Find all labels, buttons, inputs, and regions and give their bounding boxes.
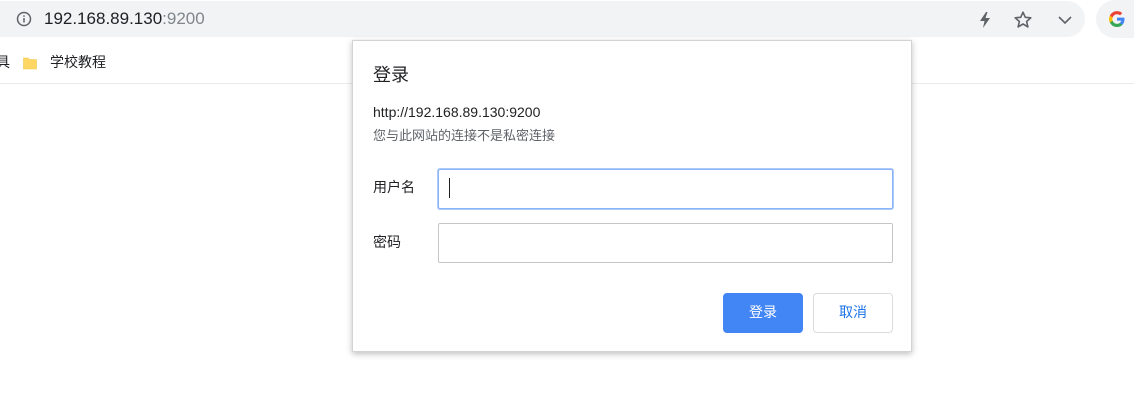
google-g-icon (1109, 11, 1125, 27)
password-input[interactable] (438, 223, 893, 263)
lightning-icon[interactable] (974, 9, 996, 31)
star-icon[interactable] (1012, 9, 1034, 31)
dialog-url: http://192.168.89.130:9200 (373, 104, 541, 120)
username-label: 用户名 (373, 180, 415, 196)
browser-window: 192.168.89.130:9200 具 学校教程 登录 http://192… (0, 0, 1134, 418)
dialog-title: 登录 (373, 65, 409, 86)
url-text[interactable]: 192.168.89.130:9200 (44, 8, 205, 30)
folder-icon (23, 57, 37, 70)
cancel-button[interactable]: 取消 (813, 293, 893, 333)
url-port: :9200 (162, 9, 205, 28)
url-host: 192.168.89.130 (44, 9, 163, 28)
password-label: 密码 (373, 235, 401, 251)
chevron-down-icon[interactable] (1054, 9, 1076, 31)
info-icon[interactable] (16, 11, 32, 27)
login-button[interactable]: 登录 (723, 293, 803, 333)
bookmark-label: 学校教程 (50, 55, 106, 71)
connection-warning: 您与此网站的连接不是私密连接 (373, 129, 556, 144)
bookmark-folder-school[interactable]: 学校教程 (22, 51, 106, 75)
text-caret (449, 178, 450, 198)
google-account-button[interactable] (1096, 0, 1134, 38)
bookmark-item-truncated[interactable]: 具 (0, 54, 10, 72)
username-input[interactable] (438, 169, 893, 209)
login-dialog: 登录 http://192.168.89.130:9200 您与此网站的连接不是… (352, 40, 912, 352)
browser-toolbar: 192.168.89.130:9200 (0, 0, 1134, 42)
address-bar[interactable]: 192.168.89.130:9200 (0, 1, 1085, 37)
